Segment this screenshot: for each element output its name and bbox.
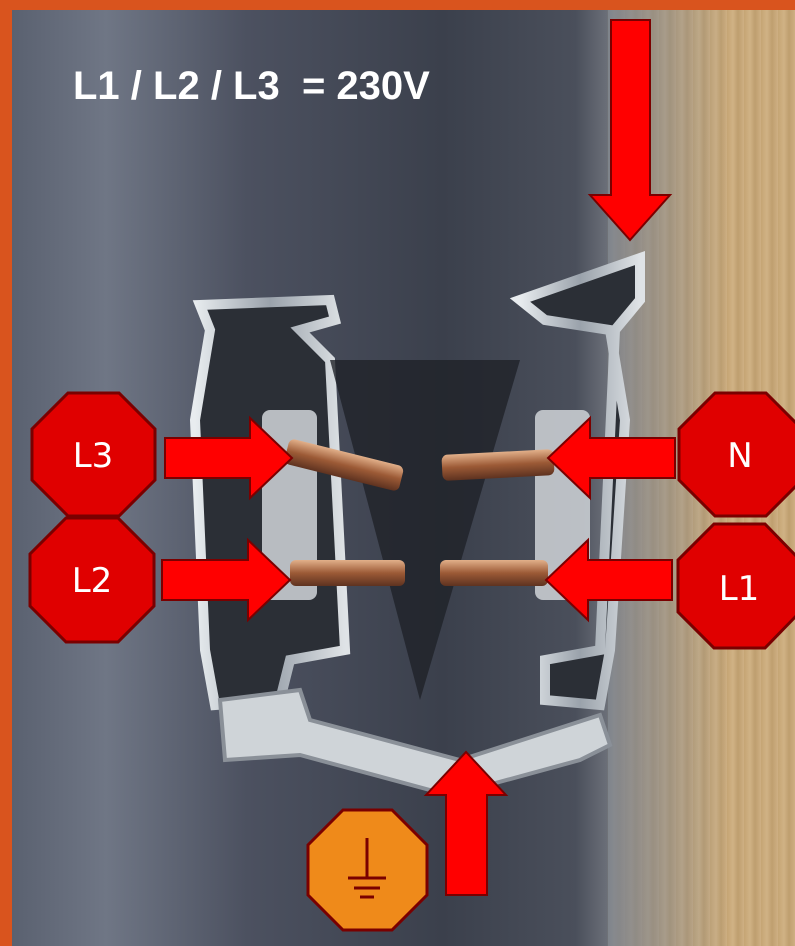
conductor-l2: [290, 560, 405, 586]
annotation-layer: L3 L2 N L1: [28, 19, 795, 932]
octagon-n: N: [677, 391, 795, 518]
octagon-l1: L1: [676, 522, 795, 650]
label-l3: L3: [73, 436, 114, 476]
octagon-l2: L2: [28, 516, 156, 644]
label-n: N: [727, 436, 752, 476]
arrow-down: [587, 19, 673, 242]
conductor-l1: [440, 560, 548, 586]
track-profile: [189, 250, 645, 792]
label-l2: L2: [72, 561, 113, 601]
voltage-title: L1 / L2 / L3 = 230V: [73, 64, 430, 108]
octagon-ground: [306, 808, 429, 932]
image-frame: L3 L2 N L1 L1 / L2 / L3 = 230V: [0, 0, 795, 946]
octagon-l3: L3: [30, 391, 157, 518]
label-l1: L1: [719, 569, 760, 609]
center-gap: [330, 360, 520, 700]
